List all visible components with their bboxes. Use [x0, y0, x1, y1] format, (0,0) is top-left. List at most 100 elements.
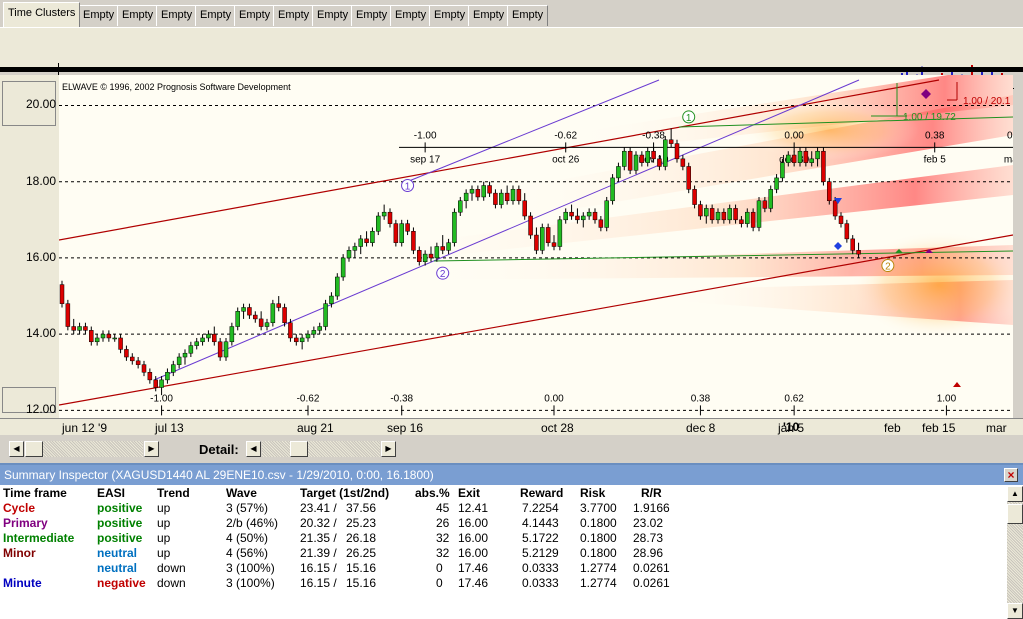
time-ruler-label: 0.62 [1007, 130, 1013, 141]
tab-empty[interactable]: Empty [117, 5, 159, 26]
price-chart[interactable]: -1.00sep 17-0.62oct 26-0.38nov 190.00dec… [59, 75, 1013, 418]
detail-slider-track[interactable] [262, 441, 380, 457]
date-tick-label: jun 12 '9 [62, 421, 107, 435]
reward-cell: 0.0333 [522, 576, 559, 590]
exit-cell: 17.46 [458, 561, 489, 575]
scroll-down-button[interactable]: ▼ [1007, 603, 1023, 619]
candle-body [217, 341, 223, 358]
candle-body [768, 189, 773, 209]
candle-body [551, 242, 557, 247]
reward-cell: 4.1443 [522, 516, 559, 530]
easi-cell: negative [97, 576, 146, 590]
reward-cell: 7.2254 [522, 501, 559, 515]
tab-empty[interactable]: Empty [195, 5, 237, 26]
tab-empty[interactable]: Empty [351, 5, 393, 26]
candle-body [522, 200, 527, 217]
candle-body [545, 227, 551, 243]
candle-body [200, 337, 205, 343]
candle-body [727, 208, 732, 221]
time-scrollbar-track[interactable] [25, 441, 143, 457]
candle [627, 147, 633, 175]
inspector-scrollbar-thumb[interactable] [1007, 504, 1023, 524]
trend-cell: up [157, 546, 171, 560]
scroll-left-button[interactable]: ◀ [9, 441, 24, 457]
risk-cell: 0.1800 [580, 516, 617, 530]
time-ruler-label: 0.62 [784, 393, 804, 404]
easi-cell: neutral [97, 546, 138, 560]
inspector-column-header: Exit [458, 486, 481, 500]
tab-empty[interactable]: Empty [507, 5, 549, 26]
candle-body [135, 360, 141, 365]
wave-cell: 2/b (46%) [226, 516, 279, 530]
wave-label: 2 [440, 269, 446, 280]
reward-cell: 0.0333 [522, 561, 559, 575]
time-ruler-label: 0.00 [544, 393, 564, 404]
candle [65, 299, 71, 331]
abs-percent-cell: 32 [436, 531, 450, 545]
candle-body [276, 303, 281, 308]
candle-body [393, 223, 399, 243]
easi-cell: positive [97, 501, 143, 515]
time-ruler-date: feb 5 [924, 154, 947, 165]
scroll-right-button[interactable]: ▶ [144, 441, 159, 457]
candle-body [112, 337, 117, 340]
timeframe-cell: Minor [3, 546, 36, 560]
candle [821, 147, 826, 186]
close-icon[interactable]: × [1004, 468, 1018, 482]
candle-body [762, 200, 768, 209]
risk-cell: 0.1800 [580, 546, 617, 560]
candle-body [305, 333, 311, 339]
inspector-column-header: abs.% [415, 486, 450, 500]
tab-empty[interactable]: Empty [78, 5, 120, 26]
summary-inspector: Summary Inspector (XAGUSD1440 AL 29ENE10… [0, 463, 1023, 619]
wave-cell: 4 (50%) [226, 531, 269, 545]
time-ruler-date: sep 17 [410, 154, 440, 165]
tab-time-clusters[interactable]: Time Clusters [3, 2, 81, 27]
candle-body [745, 211, 750, 224]
candle-body [856, 250, 861, 255]
time-ruler-label: -0.38 [642, 130, 665, 141]
candle-body [791, 154, 797, 163]
detail-right-button[interactable]: ▶ [381, 441, 396, 457]
candle-body [417, 250, 422, 262]
target-second-cell: 15.16 [346, 576, 377, 590]
time-scrollbar-thumb[interactable] [25, 441, 43, 457]
easi-cell: positive [97, 531, 143, 545]
tab-empty[interactable]: Empty [156, 5, 198, 26]
candle-body [540, 227, 545, 251]
candle-body [71, 326, 76, 331]
tab-empty[interactable]: Empty [234, 5, 276, 26]
candle [827, 177, 832, 205]
candle-body [65, 303, 71, 327]
candle-body [387, 211, 393, 224]
candle-body [534, 234, 539, 251]
inspector-scrollbar[interactable]: ▲ ▼ [1007, 486, 1023, 619]
candle-body [282, 307, 287, 323]
target-label: 1.00 / 19.72 [903, 112, 956, 123]
reward-cell: 5.2129 [522, 546, 559, 560]
candle-body [815, 150, 820, 160]
exit-cell: 16.00 [458, 546, 489, 560]
inspector-column-header: Target (1st/2nd) [300, 486, 390, 500]
candle-body [317, 326, 322, 331]
scroll-up-button[interactable]: ▲ [1007, 486, 1023, 502]
tab-empty[interactable]: Empty [468, 5, 510, 26]
candle-body [709, 208, 715, 221]
tab-empty[interactable]: Empty [273, 5, 315, 26]
tab-empty[interactable]: Empty [429, 5, 471, 26]
wave-label: 1 [686, 113, 692, 124]
table-row: Cycle positive up 3 (57%) 23.41 / 37.56 45 12.4… [0, 501, 1000, 516]
table-row: Primary positive up 2/b (46%) 20.32 / 25.23 26… [0, 516, 1000, 531]
candle-body [376, 215, 381, 232]
candle-body [563, 211, 568, 221]
detail-left-button[interactable]: ◀ [246, 441, 261, 457]
histogram-panel [0, 27, 1023, 89]
candle-body [657, 158, 662, 167]
tab-empty[interactable]: Empty [390, 5, 432, 26]
candle-body [270, 303, 276, 323]
tab-empty[interactable]: Empty [312, 5, 354, 26]
candle-body [118, 337, 123, 350]
detail-slider-thumb[interactable] [290, 441, 308, 457]
candle-body [212, 333, 217, 343]
price-tick-label: 16.00 [26, 249, 57, 264]
